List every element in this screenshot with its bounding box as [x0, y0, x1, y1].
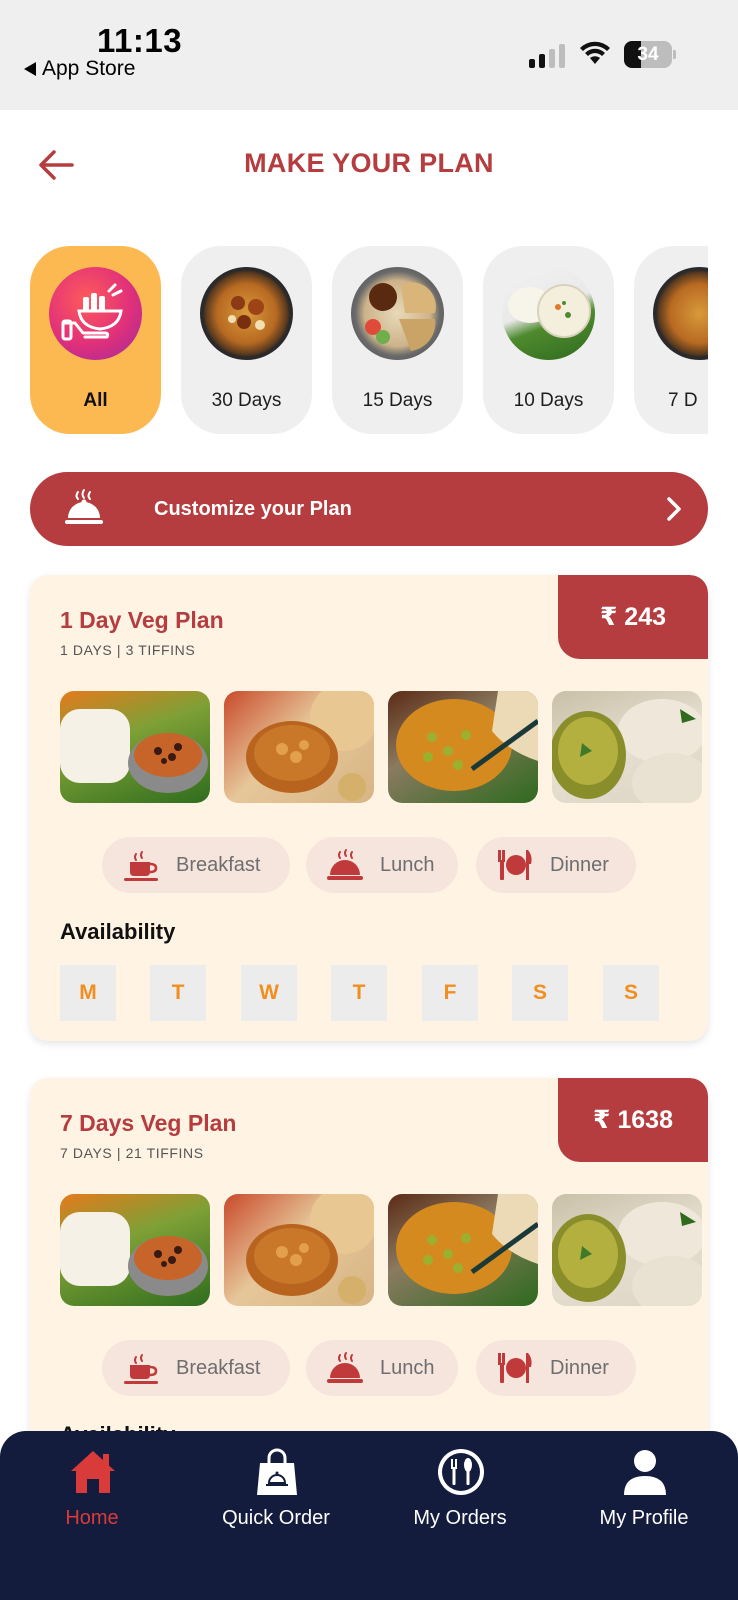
page-header: MAKE YOUR PLAN — [0, 110, 738, 220]
green-peas-curry-image[interactable] — [388, 691, 538, 803]
meal-label: Dinner — [550, 853, 609, 876]
meal-breakfast[interactable]: Breakfast — [102, 1340, 290, 1396]
bottom-navigation: Home Quick Order My Orders My Profile — [0, 1431, 738, 1600]
back-triangle-icon — [24, 62, 36, 76]
meal-types: Breakfast Lunch Dinner — [30, 837, 708, 893]
user-icon — [624, 1450, 666, 1495]
page-title: MAKE YOUR PLAN — [244, 148, 494, 178]
nav-my-orders[interactable]: My Orders — [368, 1431, 552, 1541]
customize-plan-button[interactable]: Customize your Plan — [30, 472, 708, 546]
plate-cutlery-icon — [498, 850, 532, 880]
home-icon — [71, 1451, 115, 1493]
status-time: 11:13 — [97, 22, 183, 59]
meal-dinner[interactable]: Dinner — [476, 837, 636, 893]
chole-paratha-image[interactable] — [224, 691, 374, 803]
category-all[interactable]: All — [30, 246, 161, 434]
category-30-days[interactable]: 30 Days — [181, 246, 312, 434]
category-label: 15 Days — [362, 390, 433, 411]
day-wednesday[interactable]: W — [241, 965, 297, 1021]
breakfast-icon — [124, 1354, 158, 1384]
wifi-icon — [580, 41, 610, 64]
meal-breakfast[interactable]: Breakfast — [102, 837, 290, 893]
plan-meal-images — [60, 1194, 708, 1306]
meal-label: Lunch — [380, 853, 435, 876]
plan-duration-filters: All 30 Days 15 Days 10 Days 7 D — [30, 246, 708, 434]
puttu-kadala-image[interactable] — [60, 691, 210, 803]
plate-cutlery-icon — [438, 1449, 484, 1495]
meal-label: Breakfast — [176, 1356, 261, 1379]
breakfast-icon — [124, 851, 158, 881]
plan-title: 1 Day Veg Plan — [60, 607, 224, 633]
day-sunday[interactable]: S — [603, 965, 659, 1021]
battery-level: 34 — [637, 44, 659, 65]
category-7-days[interactable]: 7 D — [634, 246, 708, 434]
shopping-bag-icon — [257, 1448, 297, 1495]
nav-label: My Profile — [599, 1507, 689, 1529]
plan-title: 7 Days Veg Plan — [60, 1110, 237, 1136]
thali-image — [351, 267, 444, 360]
idli-chutney-image[interactable] — [552, 691, 702, 803]
availability-days: M T W T F S S — [60, 965, 660, 1021]
green-peas-curry-image[interactable] — [388, 1194, 538, 1306]
category-label: 10 Days — [513, 390, 584, 411]
customize-plan-label: Customize your Plan — [154, 498, 352, 520]
day-saturday[interactable]: S — [512, 965, 568, 1021]
category-label: 7 D — [668, 390, 698, 411]
back-to-app-store[interactable]: App Store — [24, 57, 135, 81]
meal-label: Breakfast — [176, 853, 261, 876]
meal-dinner[interactable]: Dinner — [476, 1340, 636, 1396]
category-15-days[interactable]: 15 Days — [332, 246, 463, 434]
meal-lunch[interactable]: Lunch — [306, 1340, 458, 1396]
nav-label: My Orders — [413, 1507, 507, 1529]
meal-lunch[interactable]: Lunch — [306, 837, 458, 893]
availability-heading: Availability — [60, 919, 176, 944]
cellular-signal-icon — [529, 44, 565, 68]
meal-label: Lunch — [380, 1356, 435, 1379]
back-app-label: App Store — [42, 57, 136, 80]
day-friday[interactable]: F — [422, 965, 478, 1021]
idli-chutney-image[interactable] — [552, 1194, 702, 1306]
nav-label: Home — [65, 1507, 119, 1529]
day-monday[interactable]: M — [60, 965, 116, 1021]
nav-my-profile[interactable]: My Profile — [552, 1431, 736, 1541]
chevron-right-icon — [667, 497, 681, 521]
category-10-days[interactable]: 10 Days — [483, 246, 614, 434]
plan-meal-images — [60, 691, 708, 803]
day-tuesday[interactable]: T — [150, 965, 206, 1021]
nav-quick-order[interactable]: Quick Order — [184, 1431, 368, 1541]
plan-price: ₹ 243 — [558, 575, 708, 659]
status-bar: 11:13 App Store 34 — [0, 0, 738, 110]
chole-paratha-image[interactable] — [224, 1194, 374, 1306]
serving-cloche-icon — [65, 489, 103, 524]
puttu-kadala-image[interactable] — [60, 1194, 210, 1306]
plan-price: ₹ 1638 — [558, 1078, 708, 1162]
plan-card[interactable]: 1 Day Veg Plan 1 DAYS | 3 TIFFINS ₹ 243 … — [30, 575, 708, 1041]
category-label: 30 Days — [211, 390, 282, 411]
cloche-icon — [327, 849, 363, 880]
nav-home[interactable]: Home — [0, 1431, 184, 1541]
all-plans-icon — [49, 267, 142, 360]
appam-stew-image — [502, 267, 595, 360]
biryani-image — [200, 267, 293, 360]
meal-types: Breakfast Lunch Dinner — [30, 1340, 708, 1396]
cloche-icon — [327, 1352, 363, 1383]
battery-icon: 34 — [624, 41, 676, 68]
biryani-image — [653, 267, 708, 360]
plan-subtitle: 1 DAYS | 3 TIFFINS — [60, 642, 196, 658]
plan-subtitle: 7 DAYS | 21 TIFFINS — [60, 1145, 204, 1161]
nav-label: Quick Order — [222, 1507, 330, 1529]
day-thursday[interactable]: T — [331, 965, 387, 1021]
category-label: All — [83, 390, 108, 411]
plate-cutlery-icon — [498, 1353, 532, 1383]
meal-label: Dinner — [550, 1356, 609, 1379]
